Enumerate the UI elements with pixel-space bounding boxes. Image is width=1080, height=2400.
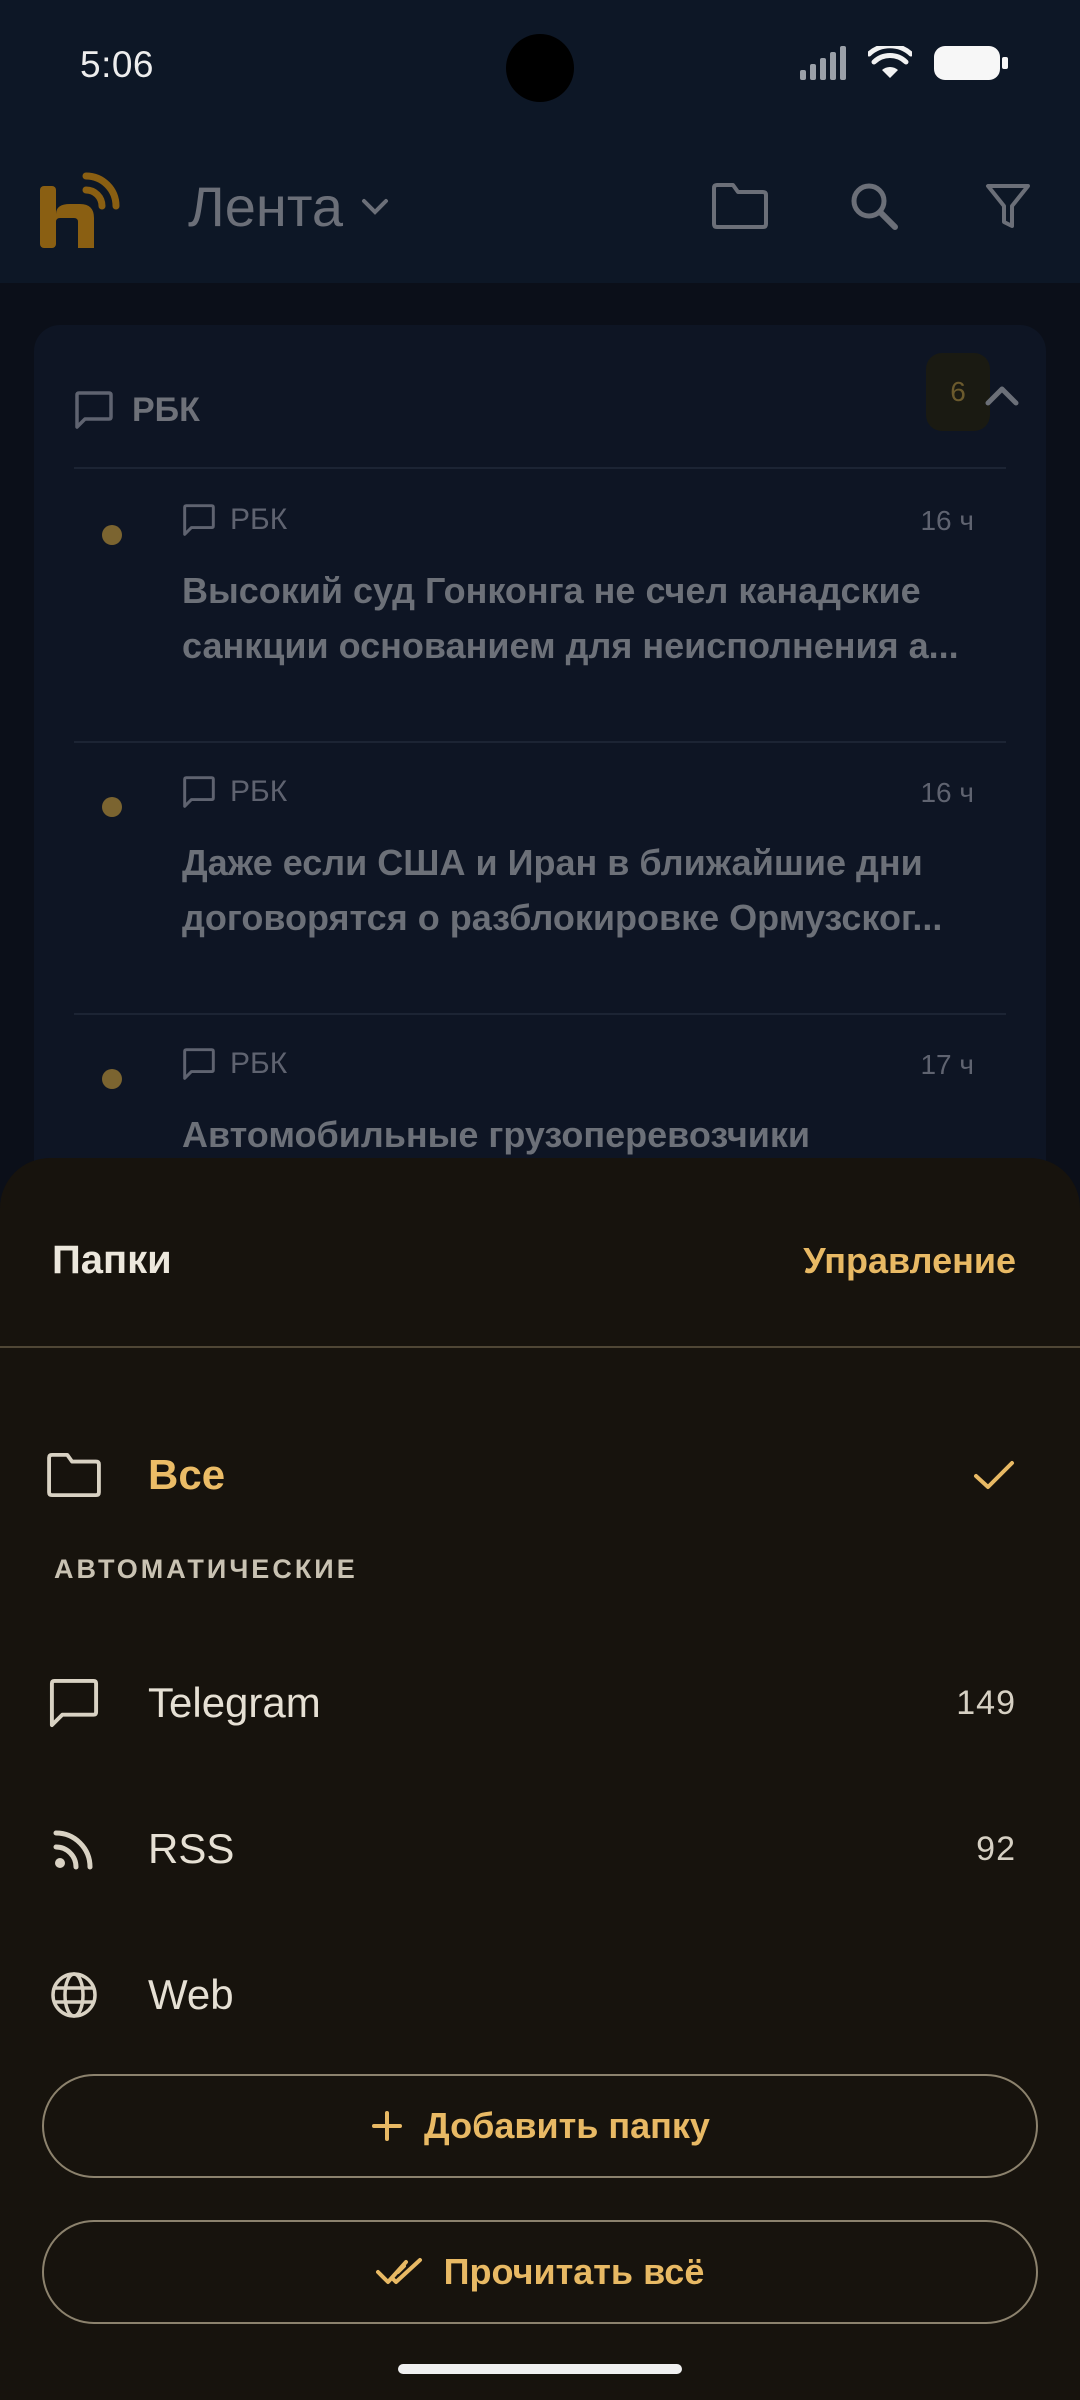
- read-all-label: Прочитать всё: [443, 2251, 705, 2292]
- news-item[interactable]: РБК 16 ч Даже если США и Иран в ближайши…: [74, 743, 1006, 1015]
- filter-icon: [986, 184, 1030, 228]
- folder-item-rss[interactable]: RSS 92: [0, 1784, 1080, 1914]
- system-icons: [800, 46, 1008, 80]
- feed-title: Лента: [188, 175, 343, 238]
- folders-button[interactable]: [708, 174, 772, 238]
- divider: [0, 1346, 1080, 1348]
- search-icon: [851, 183, 898, 230]
- folder-count: 92: [976, 1829, 1016, 1868]
- top-bar: 5:06 Лента: [0, 0, 1080, 283]
- chat-icon: [183, 1048, 215, 1080]
- app-bar-actions: [708, 174, 1040, 238]
- status-bar: 5:06: [0, 0, 1080, 134]
- folder-item-web[interactable]: Web: [0, 1930, 1080, 2060]
- check-icon: [974, 1461, 1014, 1489]
- home-indicator[interactable]: [398, 2364, 682, 2374]
- news-time: 16 ч: [920, 777, 974, 808]
- app-logo[interactable]: [36, 164, 128, 256]
- news-source-name: РБК: [230, 1047, 288, 1080]
- folder-label: Все: [148, 1451, 226, 1498]
- battery-icon: [934, 46, 1008, 80]
- news-headline: Высокий суд Гонконга не счел канадские с…: [182, 563, 982, 673]
- cellular-signal-icon: [800, 46, 846, 80]
- folder-item-telegram[interactable]: Telegram 149: [0, 1638, 1080, 1768]
- headline-line: санкции основанием для неисполнения а...: [182, 625, 959, 666]
- unread-dot: [102, 525, 122, 545]
- news-source: РБК: [182, 503, 287, 537]
- folder-icon: [712, 183, 768, 229]
- news-headline: Даже если США и Иран в ближайшие дни дог…: [182, 835, 982, 945]
- folder-icon: [44, 1445, 104, 1505]
- headline-line: Высокий суд Гонконга не счел канадские: [182, 570, 921, 611]
- chat-icon: [183, 776, 215, 808]
- headline-line: договорятся о разблокировке Ормузског...: [182, 897, 943, 938]
- news-time: 17 ч: [920, 1049, 974, 1080]
- group-header[interactable]: РБК: [74, 355, 1006, 465]
- news-time: 16 ч: [920, 505, 974, 536]
- filter-button[interactable]: [976, 174, 1040, 238]
- news-source-name: РБК: [230, 503, 288, 536]
- double-check-icon: [375, 2258, 422, 2284]
- unread-dot: [102, 1069, 122, 1089]
- news-item[interactable]: РБК 16 ч Высокий суд Гонконга не счел ка…: [74, 471, 1006, 743]
- news-source: РБК: [182, 1047, 287, 1081]
- chevron-down-icon: [361, 198, 388, 215]
- folder-item-all[interactable]: Все: [0, 1410, 1080, 1540]
- app-bar: Лента: [0, 134, 1080, 283]
- group-title: РБК: [132, 390, 200, 429]
- folder-count: 149: [956, 1683, 1016, 1722]
- headline-line: Автомобильные грузоперевозчики: [182, 1114, 811, 1155]
- search-button[interactable]: [842, 174, 906, 238]
- rss-icon: [44, 1819, 104, 1879]
- sheet-title: Папки: [52, 1238, 172, 1282]
- add-folder-button[interactable]: Добавить папку: [42, 2074, 1038, 2178]
- chat-icon: [44, 1673, 104, 1733]
- plus-icon: [372, 2111, 403, 2141]
- folders-bottom-sheet: Папки Управление Все АВТОМАТИЧЕСКИЕ Tele…: [0, 1158, 1080, 2400]
- feed-selector[interactable]: Лента: [188, 174, 389, 239]
- wifi-icon: [868, 46, 912, 78]
- chat-icon: [183, 504, 215, 536]
- read-all-button[interactable]: Прочитать всё: [42, 2220, 1038, 2324]
- front-camera: [506, 34, 574, 102]
- section-caption: АВТОМАТИЧЕСКИЕ: [54, 1554, 358, 1584]
- news-source-name: РБК: [230, 775, 288, 808]
- folder-label: RSS: [148, 1825, 235, 1872]
- add-folder-label: Добавить папку: [424, 2105, 710, 2146]
- status-time: 5:06: [80, 44, 155, 85]
- chevron-up-icon[interactable]: [972, 365, 1032, 425]
- globe-icon: [44, 1965, 104, 2025]
- folder-label: Web: [148, 1971, 234, 2018]
- divider: [74, 467, 1006, 469]
- unread-dot: [102, 797, 122, 817]
- manage-button[interactable]: Управление: [803, 1240, 1016, 1282]
- news-source: РБК: [182, 775, 287, 809]
- news-headline: Автомобильные грузоперевозчики: [182, 1107, 982, 1162]
- headline-line: Даже если США и Иран в ближайшие дни: [182, 842, 923, 883]
- folder-label: Telegram: [148, 1679, 321, 1726]
- chat-icon: [75, 391, 113, 429]
